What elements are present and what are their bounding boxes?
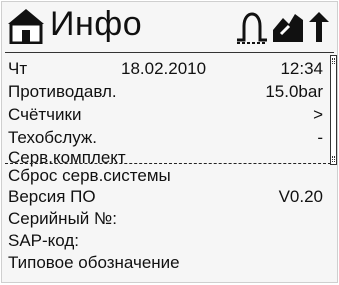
header-icons	[235, 10, 331, 44]
sensor-signal-icon[interactable]	[235, 10, 269, 44]
home-icon[interactable]	[7, 8, 45, 45]
list-item-value: -	[317, 128, 323, 147]
list-item-value: >	[313, 105, 323, 124]
list-item-maintenance[interactable]: Техобслуж. -	[8, 127, 323, 149]
list-item-label: Противодавл.	[8, 82, 117, 101]
list-item-label: Сброс серв.системы	[8, 166, 171, 185]
page-title: Инфо	[50, 5, 143, 43]
scrollbar[interactable]	[330, 55, 337, 165]
list-item-label: Техобслуж.	[8, 128, 98, 147]
list-item-label: Счётчики	[8, 105, 82, 124]
list-item-backpressure[interactable]: Противодавл. 15.0bar	[8, 81, 323, 103]
list-item-sap-code[interactable]: SAP-код:	[8, 230, 323, 252]
header-divider	[5, 52, 334, 53]
list-item-label: SAP-код:	[8, 231, 80, 250]
list-item-software-version[interactable]: Версия ПО V0.20	[8, 186, 323, 208]
list-item-date[interactable]: Чт 18.02.2010 12:34	[8, 58, 323, 80]
header-bar: Инфо	[2, 2, 337, 52]
info-screen: Инфо Чт 18.02.2010 12:34 Противодавл. 15…	[1, 1, 338, 283]
list-item-label: Версия ПО	[8, 187, 96, 206]
list-item-value: 15.0bar	[265, 82, 323, 101]
list-item-counters[interactable]: Счётчики >	[8, 104, 323, 126]
scroll-up-icon[interactable]	[332, 58, 335, 64]
feed-icon[interactable]	[271, 10, 305, 44]
exit-up-icon[interactable]	[307, 10, 331, 44]
day-label: Чт	[8, 59, 28, 78]
date-value: 18.02.2010	[121, 59, 207, 78]
page-divider	[5, 163, 331, 164]
list-item-label: Типовое обозначение	[8, 253, 180, 272]
list-item-type-designation[interactable]: Типовое обозначение	[8, 252, 323, 274]
list-item-service-reset[interactable]: Сброс серв.системы	[8, 165, 323, 187]
list-item-label: Серийный №:	[8, 209, 117, 228]
list-item-value: V0.20	[278, 187, 323, 206]
list-item-serial-number[interactable]: Серийный №:	[8, 208, 323, 230]
time-value: 12:34	[280, 59, 323, 78]
scroll-down-icon[interactable]	[332, 156, 335, 162]
